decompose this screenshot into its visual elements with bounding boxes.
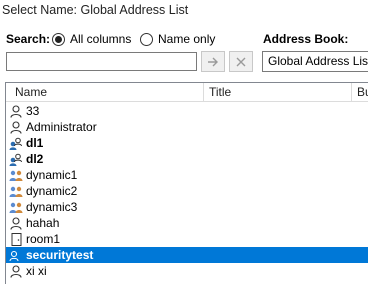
list-item-name: Administrator (26, 120, 97, 134)
distribution-list-icon (9, 248, 23, 262)
person-icon (9, 120, 23, 134)
person-icon (9, 104, 23, 118)
column-header-title[interactable]: Title (204, 83, 231, 101)
list-item-name: dl2 (26, 152, 44, 166)
list-item-name: xi xi (26, 264, 47, 278)
list-item-name: room1 (26, 232, 61, 246)
list-item[interactable]: hahah (6, 215, 368, 231)
address-book-select[interactable]: Global Address List (262, 51, 368, 72)
search-label: Search: (6, 32, 51, 46)
list-item[interactable]: dynamic3 (6, 199, 368, 215)
column-header-name[interactable]: Name (10, 83, 47, 101)
column-header-business[interactable]: Bu (352, 83, 368, 101)
dynamic-group-icon (9, 200, 23, 214)
dynamic-group-icon (9, 184, 23, 198)
list-item[interactable]: dl1 (6, 135, 368, 151)
search-input[interactable] (6, 52, 197, 71)
list-item-name: 33 (26, 104, 40, 118)
list-item-name: securitytest (26, 248, 94, 262)
list-item-name: dl1 (26, 136, 44, 150)
radio-selected-icon (52, 32, 65, 46)
list-item-name: dynamic1 (26, 168, 78, 182)
window-title: Select Name: Global Address List (2, 3, 189, 17)
list-item[interactable]: dynamic2 (6, 183, 368, 199)
address-book-label: Address Book: (263, 32, 349, 46)
dynamic-group-icon (9, 168, 23, 182)
radio-all-columns[interactable]: All columns (52, 31, 131, 47)
radio-name-only-label: Name only (158, 32, 216, 46)
list-item-name: dynamic3 (26, 200, 78, 214)
arrow-right-icon (208, 57, 218, 66)
list-item[interactable]: dl2 (6, 151, 368, 167)
list-item[interactable]: securitytest (6, 247, 368, 263)
go-button[interactable] (201, 51, 225, 72)
list-item-name: dynamic2 (26, 184, 78, 198)
address-list[interactable]: Name Title Bu 33 Administrator dl1 dl2 dynam… (5, 82, 368, 284)
radio-all-columns-label: All columns (70, 32, 132, 46)
room-icon (9, 232, 23, 246)
list-item[interactable]: xi xi (6, 263, 368, 279)
list-header: Name Title Bu (6, 83, 368, 102)
clear-button[interactable] (229, 51, 253, 72)
list-item[interactable]: room1 (6, 231, 368, 247)
radio-unselected-icon (140, 32, 153, 46)
distribution-list-icon (9, 152, 23, 166)
list-item[interactable]: 33 (6, 103, 368, 119)
list-item[interactable]: dynamic1 (6, 167, 368, 183)
list-item-name: hahah (26, 216, 60, 230)
list-item[interactable]: Administrator (6, 119, 368, 135)
person-icon (9, 264, 23, 278)
close-icon (236, 57, 246, 66)
person-icon (9, 216, 23, 230)
distribution-list-icon (9, 136, 23, 150)
radio-name-only[interactable]: Name only (140, 31, 215, 47)
